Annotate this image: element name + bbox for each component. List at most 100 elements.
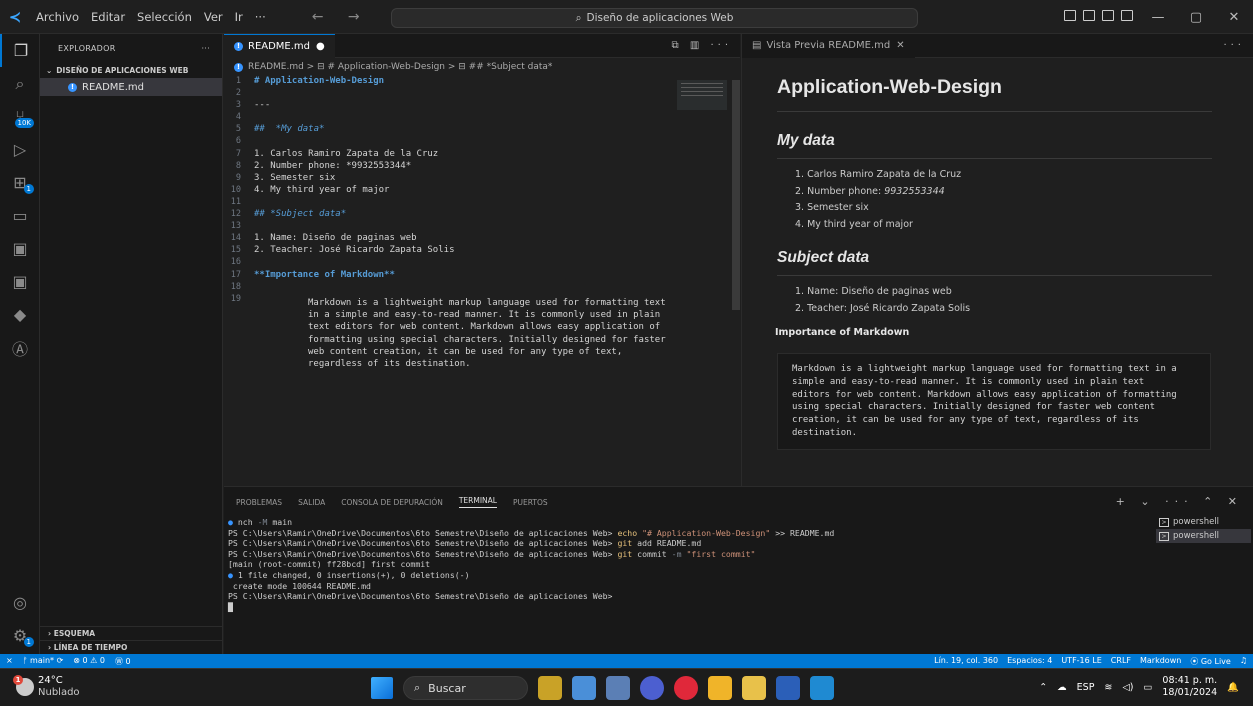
toggle-secondary-sidebar-icon[interactable] xyxy=(1102,10,1114,21)
code-area[interactable]: 1 # Application-Web-Design 2 3 --- 4 5 ## *… xyxy=(224,76,740,369)
source-control-icon[interactable]: ⑂ 10K xyxy=(0,100,40,133)
line-number: 18 xyxy=(230,281,241,292)
toggle-primary-sidebar-icon[interactable] xyxy=(1064,10,1076,21)
terminal-instance[interactable]: > powershell xyxy=(1156,529,1251,543)
close-button[interactable]: ✕ xyxy=(1215,0,1253,34)
remote-explorer-icon[interactable]: ▭ xyxy=(0,199,40,232)
command-center[interactable]: ⌕ Diseño de aplicaciones Web xyxy=(391,8,918,28)
vscode-icon[interactable] xyxy=(810,676,834,700)
minimap[interactable] xyxy=(677,80,727,110)
volume-icon[interactable]: ◁) xyxy=(1122,682,1133,693)
branch-indicator[interactable]: ᚠ main* ⟳ xyxy=(23,656,64,667)
block-line: text editors for web content. Markdown a… xyxy=(308,322,661,333)
weather-icon[interactable]: 1 xyxy=(13,675,34,696)
menu-ver[interactable]: Ver xyxy=(198,10,229,24)
unsaved-dot-icon[interactable]: ● xyxy=(316,41,325,52)
problems-indicator[interactable]: ⊗ 0 ⚠ 0 xyxy=(73,656,105,667)
github-actions-icon[interactable]: ▣ xyxy=(0,232,40,265)
tab-terminal[interactable]: TERMINAL xyxy=(458,496,497,508)
ports-indicator[interactable]: Ⓦ 0 xyxy=(115,656,131,667)
terminal-output[interactable]: ● nch -M main PS C:\Users\Ramir\OneDrive… xyxy=(224,517,1253,612)
preview-more-button[interactable]: ··· xyxy=(1223,40,1245,51)
tab-debug-console[interactable]: CONSOLA DE DEPURACIÓN xyxy=(341,498,443,507)
language-indicator[interactable]: ESP xyxy=(1077,682,1095,693)
file-readme[interactable]: ! README.md xyxy=(40,78,222,96)
menu-ir[interactable]: Ir xyxy=(229,10,249,24)
breadcrumb[interactable]: ! README.md > ⊟ # Application-Web-Design… xyxy=(224,58,740,76)
weather-widget[interactable]: 24°C Nublado xyxy=(38,675,80,699)
block-line: regardless of its destination. xyxy=(308,359,471,370)
battery-icon[interactable]: ▭ xyxy=(1143,682,1152,693)
menu-editar[interactable]: Editar xyxy=(85,10,131,24)
list-item: 1. Carlos Ramiro Zapata de la Cruz xyxy=(795,169,962,180)
close-icon[interactable]: ✕ xyxy=(896,40,904,51)
timeline-section[interactable]: › LÍNEA DE TIEMPO xyxy=(40,640,222,654)
opera-icon[interactable] xyxy=(674,676,698,700)
menu-seleccion[interactable]: Selección xyxy=(131,10,198,24)
chat-icon[interactable] xyxy=(640,676,664,700)
line-number: 9 xyxy=(235,172,241,183)
extensions-icon[interactable]: ⊞ 1 xyxy=(0,166,40,199)
tab-readme[interactable]: ! README.md ● xyxy=(224,33,335,58)
tab-ports[interactable]: PUERTOS xyxy=(513,498,548,507)
toggle-panel-icon[interactable] xyxy=(1083,10,1095,21)
wifi-icon[interactable]: ≋ xyxy=(1104,682,1112,693)
go-live-button[interactable]: ⦿ Go Live xyxy=(1190,656,1231,667)
taskbar-search[interactable]: ⌕ Buscar xyxy=(403,676,528,700)
workspace-folder[interactable]: ⌄ DISEÑO DE APLICACIONES WEB xyxy=(40,62,222,78)
minimize-button[interactable]: — xyxy=(1139,0,1177,34)
tab-output[interactable]: SALIDA xyxy=(298,498,325,507)
code-line: 15 2. Teacher: José Ricardo Zapata Solis xyxy=(224,245,740,257)
code-line: 2 xyxy=(224,88,740,100)
notifications-bell-icon[interactable]: ♫ xyxy=(1240,656,1247,667)
run-debug-icon[interactable]: ▷ xyxy=(0,133,40,166)
explorer-more-button[interactable]: ··· xyxy=(201,44,210,53)
clock[interactable]: 08:41 p. m. 18/01/2024 xyxy=(1162,675,1217,699)
language-mode[interactable]: Markdown xyxy=(1140,656,1181,667)
terminal-text: main xyxy=(267,517,293,527)
app-icon[interactable] xyxy=(572,676,596,700)
editor-actions[interactable]: ⧉ ▥ ··· xyxy=(672,40,732,51)
menu-more[interactable]: ··· xyxy=(249,10,272,24)
atlas-icon[interactable]: Ⓐ xyxy=(0,331,40,364)
settings-gear-icon[interactable]: ⚙ 1 xyxy=(0,619,40,652)
editor-scrollbar[interactable] xyxy=(732,80,740,310)
folder-icon[interactable] xyxy=(742,676,766,700)
terminal-instance[interactable]: > powershell xyxy=(1156,515,1251,529)
sidebar-bottom-sections: › ESQUEMA › LÍNEA DE TIEMPO xyxy=(40,626,222,654)
account-icon[interactable]: ◎ xyxy=(0,586,40,619)
line-number: 6 xyxy=(235,136,241,147)
terminal-command: git xyxy=(617,538,633,549)
customize-layout-icon[interactable] xyxy=(1121,10,1133,21)
panel-actions[interactable]: + ⌄ ··· ⌃ ✕ xyxy=(1116,495,1243,508)
encoding[interactable]: UTF-16 LE xyxy=(1061,656,1101,667)
start-button-icon[interactable] xyxy=(371,677,393,699)
outline-section[interactable]: › ESQUEMA xyxy=(40,626,222,640)
line-text: --- xyxy=(254,100,271,111)
search-icon[interactable]: ⌕ xyxy=(0,67,40,100)
file-manager-icon[interactable] xyxy=(606,676,630,700)
end-of-line[interactable]: CRLF xyxy=(1111,656,1131,667)
store-icon[interactable] xyxy=(708,676,732,700)
github-pr-icon[interactable]: ▣ xyxy=(0,265,40,298)
tray-expand-icon[interactable]: ⌃ xyxy=(1039,682,1047,693)
notification-icon[interactable]: 🔔 xyxy=(1227,682,1239,693)
remote-indicator-icon[interactable]: ⨯ xyxy=(6,656,13,667)
tab-preview[interactable]: ▤ Vista Previa README.md ✕ xyxy=(742,33,915,58)
word-icon[interactable] xyxy=(776,676,800,700)
widgets-icon[interactable] xyxy=(538,676,562,700)
explorer-icon[interactable]: ❐ xyxy=(0,34,40,67)
terminal-string: "# Application-Web-Design" xyxy=(642,527,771,538)
line-number: 12 xyxy=(230,209,241,220)
breadcrumb-text: README.md > ⊟ # Application-Web-Design >… xyxy=(248,62,553,72)
back-forward-arrows[interactable]: ← → xyxy=(312,9,370,25)
docker-icon[interactable]: ◆ xyxy=(0,298,40,331)
taskbar-search-label: Buscar xyxy=(428,681,466,695)
menu-archivo[interactable]: Archivo xyxy=(30,10,85,24)
onedrive-icon[interactable]: ☁ xyxy=(1057,682,1067,693)
maximize-button[interactable]: ▢ xyxy=(1177,0,1215,34)
indentation[interactable]: Espacios: 4 xyxy=(1007,656,1052,667)
list-item: 4. My third year of major xyxy=(795,218,913,230)
tab-problems[interactable]: PROBLEMAS xyxy=(236,498,282,507)
cursor-position[interactable]: Lín. 19, col. 360 xyxy=(934,656,998,667)
